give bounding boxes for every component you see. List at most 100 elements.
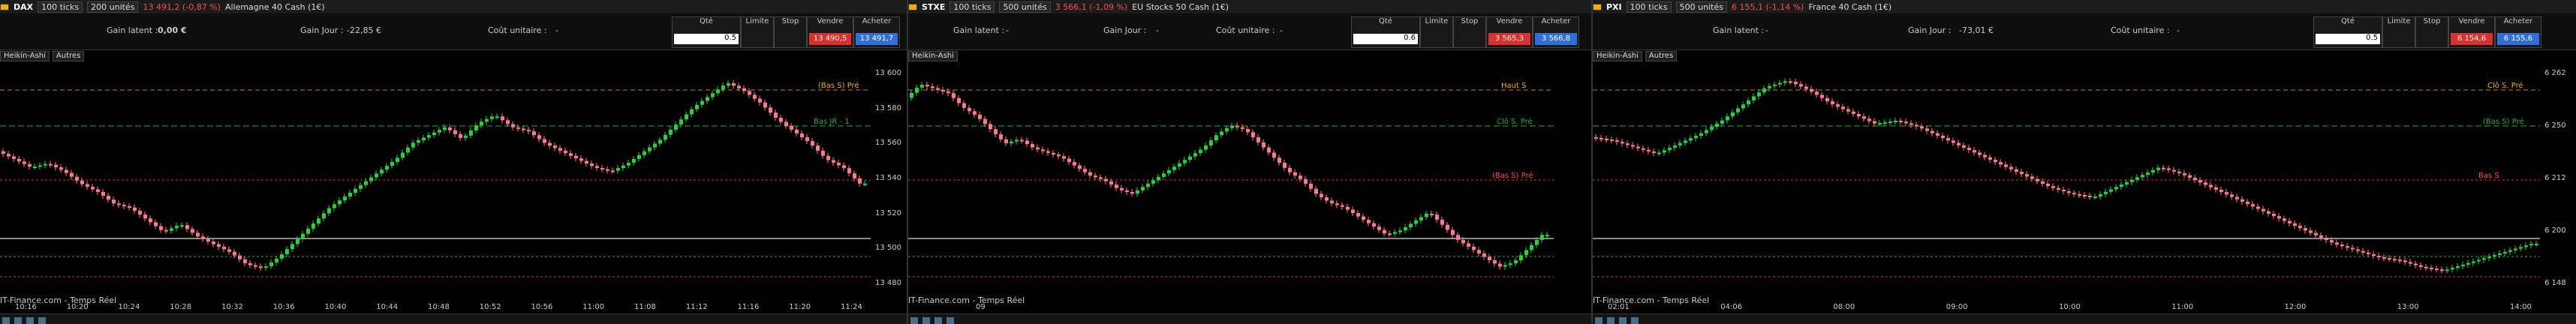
sell-price: 6 154,6 bbox=[2451, 33, 2493, 45]
price-chart[interactable]: (Bas S) Pré Bas JR - 1 bbox=[0, 63, 871, 288]
tab-heikin-ashi[interactable]: Heikin-Ashi bbox=[0, 51, 50, 62]
candle bbox=[1498, 263, 1502, 267]
candle bbox=[1509, 263, 1512, 266]
candle bbox=[1647, 149, 1651, 152]
time-tick-label: 11:00 bbox=[582, 303, 605, 311]
stop-button[interactable]: Stop bbox=[774, 16, 807, 48]
candle bbox=[2335, 242, 2339, 245]
ticks-selector[interactable]: 100 ticks bbox=[949, 1, 995, 13]
candle bbox=[537, 135, 541, 140]
symbol-selector[interactable]: STXE bbox=[922, 2, 945, 12]
candle bbox=[800, 133, 804, 138]
qty-input[interactable]: 0.5 bbox=[674, 34, 739, 44]
toolbar-strip[interactable] bbox=[908, 314, 1591, 324]
price-tick-label: 6 200 bbox=[2544, 226, 2566, 235]
candle bbox=[516, 127, 520, 129]
candle bbox=[2235, 196, 2239, 200]
tool-icon[interactable] bbox=[1607, 317, 1615, 324]
tool-icon[interactable] bbox=[922, 317, 930, 324]
price-tick-label: 6 212 bbox=[2544, 174, 2566, 182]
panel-topbar: STXE 100 ticks 500 unités 3 566,1 (-1,09… bbox=[908, 0, 1591, 14]
candle bbox=[164, 230, 168, 232]
symbol-selector[interactable]: DAX bbox=[14, 2, 33, 12]
quote-change: 13 491,2 (-0,87 %) bbox=[143, 2, 221, 12]
candle bbox=[1899, 120, 1903, 122]
tab-autres[interactable]: Autres bbox=[52, 51, 85, 62]
time-tick-label: 14:00 bbox=[2510, 303, 2532, 311]
chart-tabs: Heikin-Ashi Autres bbox=[0, 51, 85, 62]
candle bbox=[396, 158, 399, 163]
candle bbox=[296, 238, 299, 244]
tab-heikin-ashi[interactable]: Heikin-Ashi bbox=[1593, 51, 1642, 62]
limite-button[interactable]: Limite bbox=[741, 16, 774, 48]
candle bbox=[2188, 175, 2192, 178]
candle bbox=[1810, 88, 1813, 92]
price-chart[interactable]: Clô S. Pré (Bas S) Pré Bas S bbox=[1593, 63, 2540, 288]
tool-icon[interactable] bbox=[26, 317, 34, 324]
candle bbox=[417, 140, 420, 143]
candle bbox=[2330, 240, 2334, 243]
ticks-selector[interactable]: 100 ticks bbox=[1626, 1, 1672, 13]
tool-icon[interactable] bbox=[1631, 317, 1639, 324]
tool-icon[interactable] bbox=[946, 317, 954, 324]
stop-button[interactable]: Stop bbox=[1453, 16, 1486, 48]
buy-button[interactable]: Acheter 3 566,8 bbox=[1533, 16, 1579, 48]
candle bbox=[91, 186, 95, 190]
candle bbox=[832, 160, 835, 163]
candle bbox=[621, 165, 625, 169]
symbol-selector[interactable]: PXI bbox=[1606, 2, 1622, 12]
candle bbox=[1104, 178, 1108, 182]
candle bbox=[2482, 258, 2486, 260]
buy-button[interactable]: Acheter 13 491,7 bbox=[853, 16, 900, 48]
candle bbox=[233, 251, 236, 256]
candle bbox=[1736, 108, 1740, 112]
tab-heikin-ashi[interactable]: Heikin-Ashi bbox=[908, 51, 958, 62]
candle bbox=[2514, 248, 2517, 250]
candle bbox=[1435, 214, 1439, 220]
qty-input[interactable]: 0.5 bbox=[2316, 34, 2380, 44]
tab-autres[interactable]: Autres bbox=[1645, 51, 1678, 62]
gain-jour-value: -22,85 € bbox=[347, 26, 381, 35]
tool-icon[interactable] bbox=[1595, 317, 1602, 324]
limite-button[interactable]: Limite bbox=[1420, 16, 1453, 48]
candle bbox=[107, 196, 110, 200]
tool-icon[interactable] bbox=[2, 317, 10, 324]
candle bbox=[427, 135, 431, 138]
candle bbox=[1031, 144, 1034, 148]
tool-icon[interactable] bbox=[14, 317, 22, 324]
candle bbox=[2466, 262, 2470, 265]
sell-button[interactable]: Vendre 13 490,5 bbox=[807, 16, 853, 48]
candle bbox=[1073, 162, 1076, 166]
candle bbox=[837, 162, 841, 166]
ticks-selector[interactable]: 100 ticks bbox=[38, 1, 83, 13]
stop-button[interactable]: Stop bbox=[2415, 16, 2448, 48]
candle bbox=[2015, 169, 2018, 172]
candle bbox=[1631, 145, 1635, 147]
candle bbox=[2083, 194, 2087, 196]
price-chart[interactable]: Haut S Clô S. Pré (Bas S) Pré bbox=[908, 63, 1554, 288]
toolbar-strip[interactable] bbox=[1593, 314, 2576, 324]
tool-icon[interactable] bbox=[38, 317, 46, 324]
tool-icon[interactable] bbox=[1619, 317, 1627, 324]
units-selector[interactable]: 200 unités bbox=[87, 1, 139, 13]
sell-button[interactable]: Vendre 3 565,3 bbox=[1486, 16, 1533, 48]
candle bbox=[275, 258, 278, 262]
candle bbox=[863, 183, 867, 185]
sell-button[interactable]: Vendre 6 154,6 bbox=[2448, 16, 2495, 48]
tool-icon[interactable] bbox=[934, 317, 942, 324]
tool-icon[interactable] bbox=[910, 317, 918, 324]
candle bbox=[248, 262, 252, 266]
units-selector[interactable]: 500 unités bbox=[1675, 1, 1727, 13]
time-tick-label: 13:00 bbox=[2397, 303, 2419, 311]
order-panel: Qté 0.6 Limite Stop Vendre 3 565,3 Achet… bbox=[1351, 16, 1591, 50]
buy-button[interactable]: Acheter 6 155,6 bbox=[2495, 16, 2541, 48]
candle bbox=[1615, 140, 1619, 142]
units-selector[interactable]: 500 unités bbox=[999, 1, 1051, 13]
limite-button[interactable]: Limite bbox=[2382, 16, 2415, 48]
time-tick-label: 11:20 bbox=[789, 303, 811, 311]
toolbar-strip[interactable] bbox=[0, 314, 907, 324]
candle bbox=[2025, 174, 2029, 177]
candle bbox=[406, 147, 410, 153]
candle bbox=[642, 151, 646, 155]
qty-input[interactable]: 0.6 bbox=[1353, 34, 1418, 44]
